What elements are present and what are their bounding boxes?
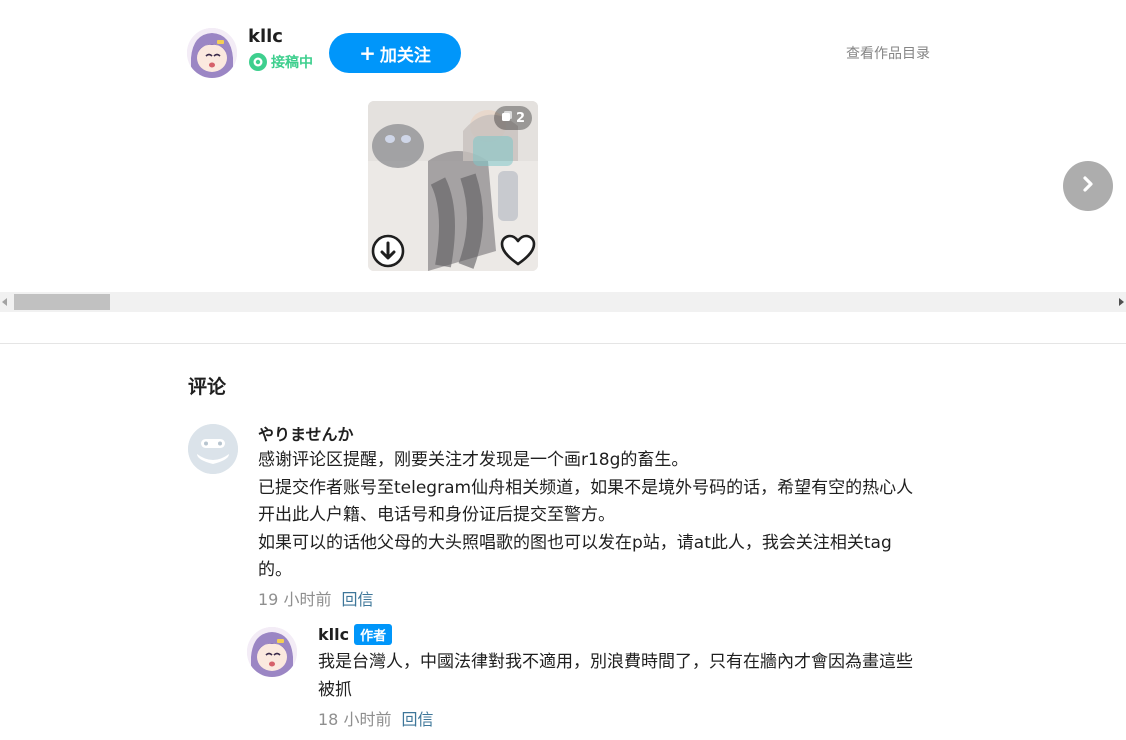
page-count-badge: 2 [494, 106, 532, 130]
author-badge: 作者 [354, 624, 393, 645]
pages-icon [501, 110, 513, 126]
download-icon[interactable] [370, 233, 406, 269]
scroll-right-icon[interactable] [1116, 292, 1126, 312]
horizontal-scrollbar[interactable] [0, 292, 1126, 312]
reply-author-name[interactable]: kllc [318, 625, 349, 644]
view-works-link[interactable]: 查看作品目录 [846, 43, 930, 63]
next-arrow-button[interactable] [1063, 161, 1113, 211]
reply-header: kllc 作者 [318, 624, 393, 645]
author-name[interactable]: kllc [248, 26, 283, 47]
comment-time: 19 小时前 [258, 590, 332, 609]
reply-author-avatar[interactable] [247, 627, 297, 677]
reply-link[interactable]: 回信 [341, 586, 373, 610]
commission-icon [249, 53, 267, 71]
reply-time: 18 小时前 [318, 710, 392, 729]
reply-meta: 18 小时前 回信 [318, 706, 433, 730]
commission-status: 接稿中 [249, 52, 313, 72]
follow-button[interactable]: + 加关注 [329, 33, 461, 73]
reply-link[interactable]: 回信 [401, 706, 433, 730]
follow-label: 加关注 [379, 45, 431, 66]
comment-body: 感谢评论区提醒，刚要关注才发现是一个画r18g的畜生。 已提交作者账号至tele… [258, 450, 914, 580]
scroll-left-icon[interactable] [0, 292, 10, 312]
page-count: 2 [515, 110, 526, 126]
chevron-right-icon [1078, 174, 1098, 198]
section-divider [0, 343, 1126, 344]
comments-title: 评论 [188, 376, 227, 398]
scrollbar-thumb[interactable] [14, 294, 110, 310]
heart-icon[interactable] [499, 233, 537, 269]
commenter-avatar[interactable] [188, 424, 238, 474]
reply-body: 我是台灣人，中國法律對我不適用，別浪費時間了，只有在牆內才會因為畫這些 被抓 [318, 652, 913, 700]
comment-meta: 19 小时前 回信 [258, 586, 373, 610]
plus-icon: + [359, 41, 376, 65]
author-avatar[interactable] [187, 28, 237, 78]
status-label: 接稿中 [271, 55, 313, 71]
commenter-name[interactable]: やりませんか [258, 421, 354, 445]
